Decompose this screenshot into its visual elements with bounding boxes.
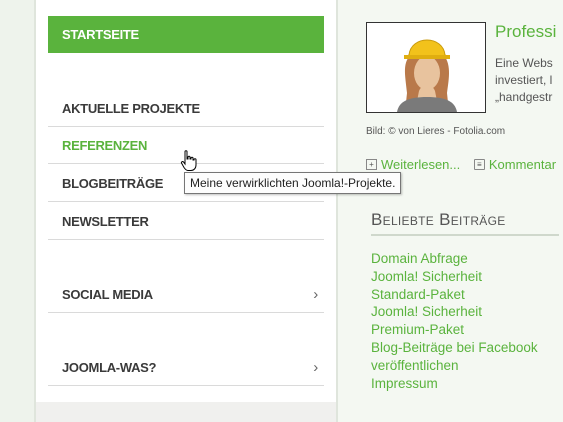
post-excerpt: Eine Webs investiert, l „handgestr (495, 55, 553, 106)
sidebar-footer (36, 402, 336, 422)
nav-item-label: NEWSLETTER (62, 214, 149, 229)
comments-label: Kommentar (488, 157, 557, 172)
tooltip: Meine verwirklichten Joomla!-Projekte. (184, 172, 402, 194)
nav-item-startseite[interactable]: STARTSEITE (48, 16, 324, 53)
popular-post-link[interactable]: Joomla! Sicherheit (371, 303, 556, 321)
popular-posts-list: Domain Abfrage Joomla! Sicherheit Standa… (371, 250, 556, 392)
nav-item-label: BLOGBEITRÄGE (62, 176, 164, 191)
popular-post-link[interactable]: veröffentlichen (371, 357, 556, 375)
popular-post-link[interactable]: Domain Abfrage (371, 250, 556, 268)
chevron-right-icon: › (313, 286, 318, 303)
popular-post-link[interactable]: Blog-Beiträge bei Facebook (371, 339, 556, 357)
nav-item-social-media[interactable]: SOCIAL MEDIA › (48, 276, 324, 313)
nav-item-label: JOOMLA-WAS? (62, 360, 157, 375)
worker-photo-image (367, 23, 485, 112)
excerpt-line: Eine Webs (495, 56, 553, 70)
nav-item-joomla-was[interactable]: JOOMLA-WAS? › (48, 349, 324, 386)
popular-post-link[interactable]: Joomla! Sicherheit (371, 268, 556, 286)
hand-pointer-icon (180, 150, 197, 171)
read-more-link[interactable]: + Weiterlesen... (366, 157, 460, 172)
plus-box-icon: + (366, 159, 377, 170)
post-photo (366, 22, 486, 113)
nav-item-label: SOCIAL MEDIA (62, 287, 153, 302)
excerpt-line: investiert, l (495, 73, 553, 87)
popular-posts-heading: Beliebte Beiträge (371, 210, 559, 236)
nav-item-label: REFERENZEN (62, 138, 148, 153)
popular-post-link[interactable]: Premium-Paket (371, 321, 556, 339)
excerpt-line: „handgestr (495, 90, 553, 104)
chevron-right-icon: › (313, 359, 318, 376)
post-title[interactable]: Professi (495, 22, 556, 42)
popular-post-link[interactable]: Impressum (371, 375, 556, 393)
nav-item-label: AKTUELLE PROJEKTE (62, 101, 200, 116)
page-margin-left (0, 0, 34, 422)
nav-item-newsletter[interactable]: NEWSLETTER (48, 203, 324, 240)
comments-link[interactable]: ≡ Kommentar (473, 157, 557, 172)
read-more-label: Weiterlesen... (381, 157, 461, 172)
popular-post-link[interactable]: Standard-Paket (371, 286, 556, 304)
column-divider (336, 0, 338, 422)
post-meta-links: + Weiterlesen... ≡ Kommentar (366, 155, 563, 172)
photo-caption: Bild: © von Lieres - Fotolia.com (366, 126, 506, 137)
comment-icon: ≡ (473, 159, 485, 170)
nav-item-aktuelle-projekte[interactable]: AKTUELLE PROJEKTE (48, 90, 324, 127)
